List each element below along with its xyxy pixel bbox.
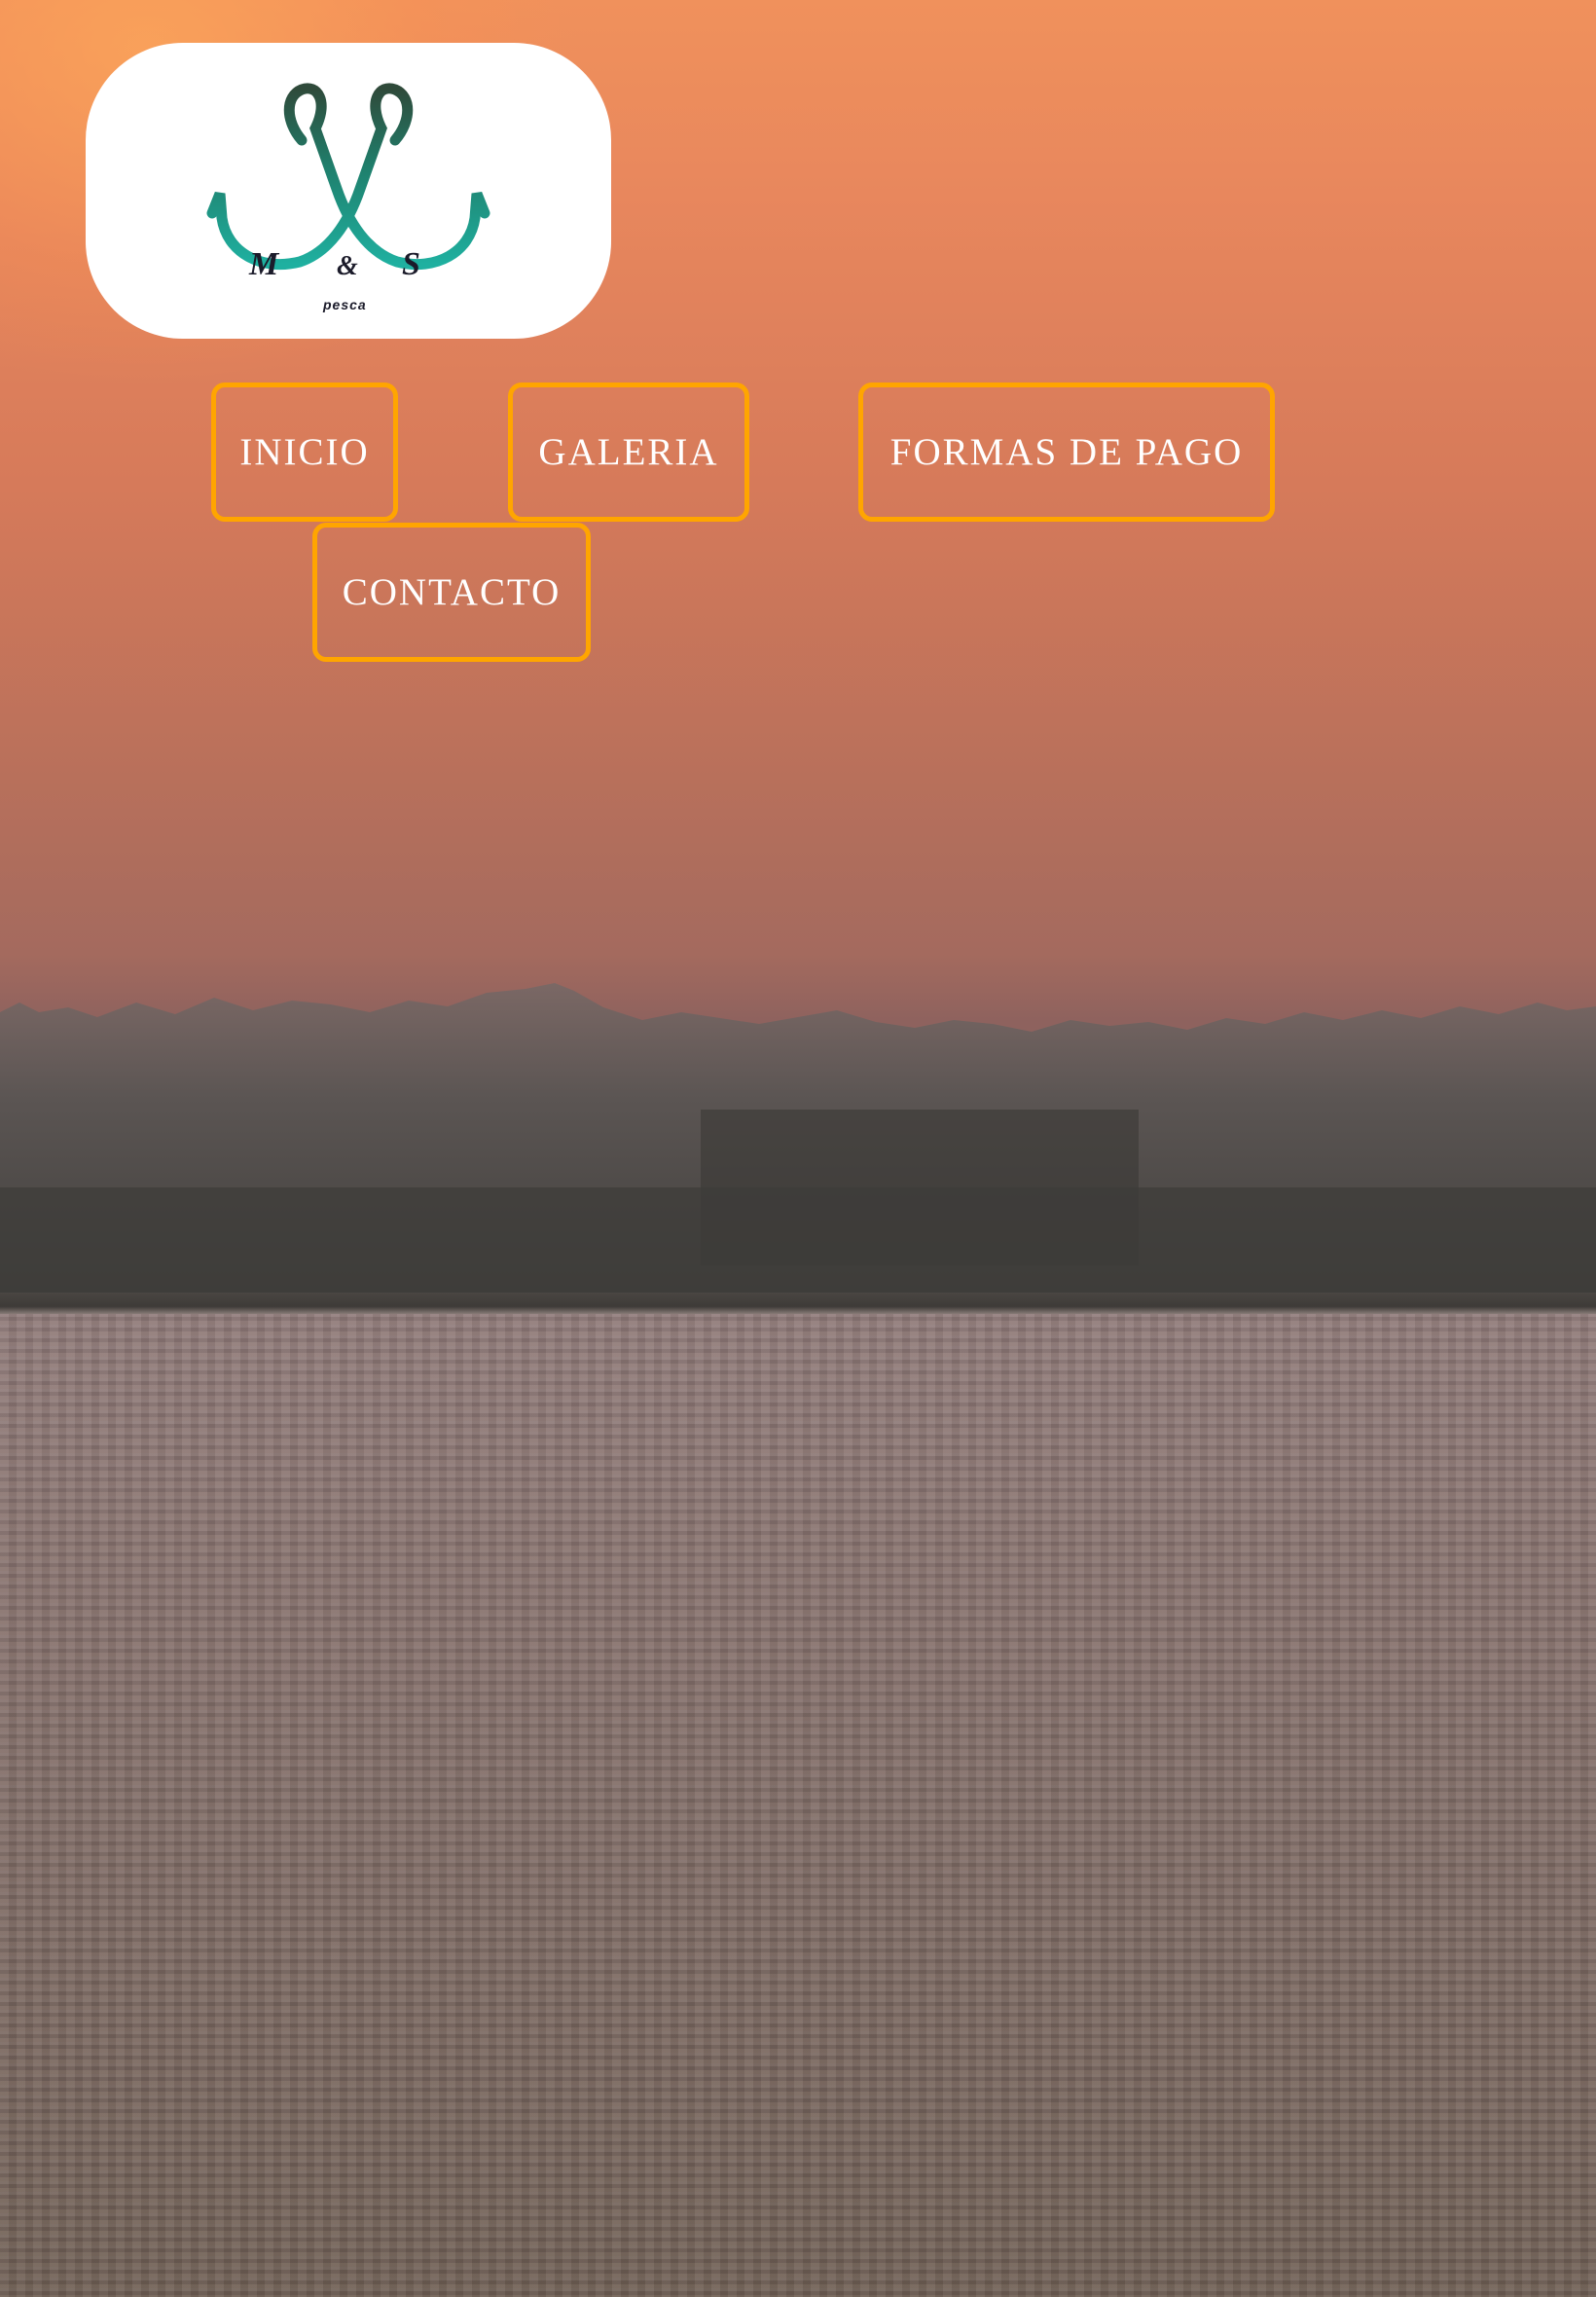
nav-formas-de-pago-button[interactable]: FORMAS DE PAGO — [858, 383, 1275, 522]
nav-formas-de-pago-label: FORMAS DE PAGO — [889, 431, 1244, 473]
svg-text:M: M — [248, 246, 280, 282]
nav-galeria-button[interactable]: GALERIA — [508, 383, 749, 522]
nav-contacto-button[interactable]: CONTACTO — [312, 523, 591, 662]
city-skyline — [0, 983, 1596, 1314]
shoreline — [0, 1293, 1596, 1316]
svg-text:pesca: pesca — [322, 297, 367, 312]
nav-galeria-label: GALERIA — [538, 431, 719, 473]
nav-inicio-label: INICIO — [239, 431, 370, 473]
nav-inicio-button[interactable]: INICIO — [211, 383, 398, 522]
logo-image: M & S pesca — [206, 83, 490, 312]
svg-text:S: S — [402, 246, 420, 282]
page: M & S pesca INICIO GALERIA FORMAS DE PAG… — [0, 0, 1596, 2297]
nav-contacto-label: CONTACTO — [342, 571, 562, 613]
water — [0, 1314, 1596, 2297]
logo[interactable]: M & S pesca — [86, 43, 611, 339]
svg-text:&: & — [337, 251, 358, 281]
